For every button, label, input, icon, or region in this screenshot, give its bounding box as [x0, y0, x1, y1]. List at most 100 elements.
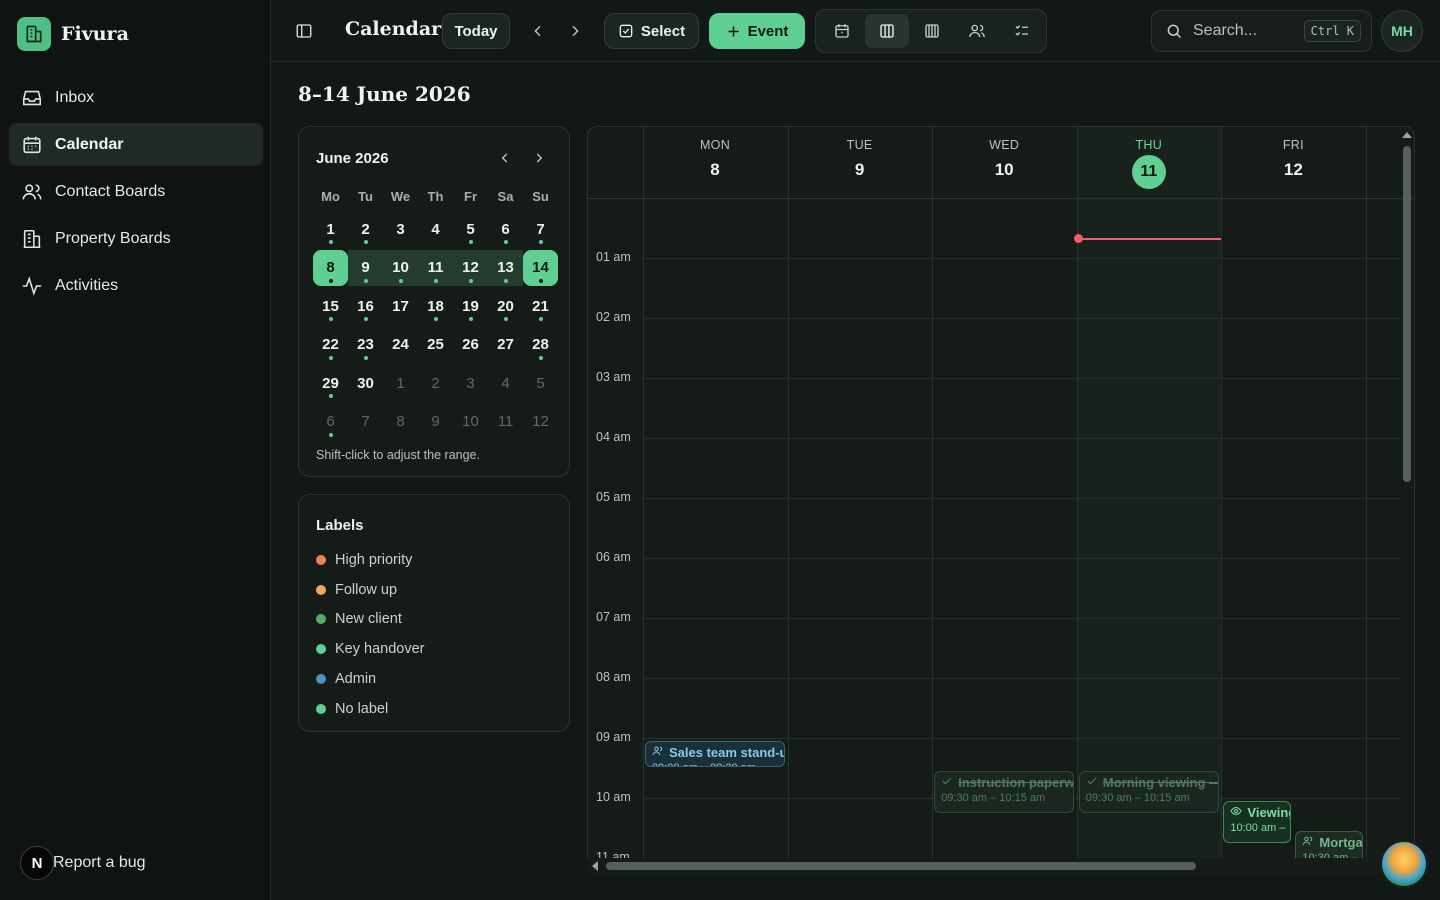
- assistant-avatar-button[interactable]: [1380, 840, 1428, 888]
- label-item[interactable]: High priority: [316, 545, 424, 575]
- event-indicator-dot: [328, 432, 333, 437]
- mini-calendar-day[interactable]: 26: [453, 327, 488, 363]
- mini-calendar-day[interactable]: 12: [523, 404, 558, 440]
- mini-calendar-day[interactable]: 2: [348, 211, 383, 247]
- calendar-event[interactable]: Viewing 10:00 am –: [1223, 801, 1292, 843]
- mini-calendar-day[interactable]: 7: [523, 211, 558, 247]
- mini-calendar-day[interactable]: 1: [313, 211, 348, 247]
- label-item[interactable]: No label: [316, 694, 424, 724]
- mini-calendar-day-number: 13: [497, 259, 514, 277]
- day-column-divider: [1221, 127, 1223, 873]
- mini-calendar-day[interactable]: 13: [488, 249, 523, 286]
- mini-calendar-day[interactable]: 11: [488, 404, 523, 440]
- mini-calendar-day[interactable]: 24: [383, 327, 418, 363]
- avatar[interactable]: MH: [1381, 10, 1423, 52]
- mini-calendar-week: 29 30 1 2 3 4 5: [313, 364, 558, 403]
- label-name: No label: [335, 700, 389, 717]
- next-week-button[interactable]: [558, 14, 592, 48]
- mini-calendar-day[interactable]: 7: [348, 404, 383, 440]
- calendar-event[interactable]: Morning viewing — 09:30 am – 10:15 am: [1078, 771, 1219, 813]
- calendar-event[interactable]: Sales team stand-u 09:00 am – 09:30 am: [645, 741, 785, 767]
- scroll-up-arrow-icon[interactable]: [1402, 131, 1412, 139]
- today-button[interactable]: Today: [442, 13, 510, 49]
- mini-calendar-day[interactable]: 2: [418, 365, 453, 401]
- mini-prev-month-button[interactable]: [494, 147, 516, 169]
- view-month-button[interactable]: [910, 14, 954, 48]
- mini-calendar-day[interactable]: 3: [383, 211, 418, 247]
- brand[interactable]: Fivura: [17, 17, 129, 51]
- horizontal-scroll-thumb[interactable]: [606, 862, 1196, 870]
- mini-calendar-day[interactable]: 30: [348, 365, 383, 401]
- mini-calendar-day[interactable]: 5: [453, 211, 488, 247]
- label-color-dot: [316, 614, 326, 625]
- mini-calendar-day[interactable]: 9: [418, 404, 453, 440]
- day-header[interactable]: TUE 9: [788, 138, 932, 180]
- view-switcher: [815, 9, 1047, 53]
- mini-calendar-day[interactable]: 27: [488, 327, 523, 363]
- day-header[interactable]: MON 8: [643, 138, 787, 180]
- mini-calendar-day[interactable]: 3: [453, 365, 488, 401]
- toggle-sidebar-button[interactable]: [287, 14, 321, 48]
- sidebar-item-contact-boards[interactable]: Contact Boards: [9, 170, 263, 213]
- event-time: 10:00 am –: [1230, 822, 1286, 834]
- mini-calendar-day-number: 4: [501, 374, 510, 392]
- day-header[interactable]: THU 11: [1077, 138, 1221, 189]
- mini-calendar-day[interactable]: 18: [418, 288, 453, 324]
- mini-calendar-day[interactable]: 5: [523, 365, 558, 401]
- label-item[interactable]: Key handover: [316, 634, 424, 664]
- mini-calendar-day[interactable]: 14: [523, 249, 558, 286]
- mini-calendar-day[interactable]: 20: [488, 288, 523, 324]
- event-indicator-dot: [468, 278, 473, 283]
- view-week-button[interactable]: [865, 14, 909, 48]
- scroll-left-arrow-icon[interactable]: [591, 861, 599, 871]
- mini-calendar-day[interactable]: 11: [418, 249, 453, 286]
- mini-calendar-day[interactable]: 17: [383, 288, 418, 324]
- mini-calendar-day-number: 8: [326, 259, 335, 277]
- view-day-button[interactable]: [820, 14, 864, 48]
- mini-calendar-day[interactable]: 21: [523, 288, 558, 324]
- report-bug-button[interactable]: N Report a bug: [20, 846, 146, 880]
- label-item[interactable]: New client: [316, 605, 424, 635]
- mini-calendar-day[interactable]: 23: [348, 327, 383, 363]
- day-header[interactable]: WED 10: [932, 138, 1076, 180]
- mini-calendar-day[interactable]: 28: [523, 327, 558, 363]
- mini-calendar-day[interactable]: 22: [313, 327, 348, 363]
- mini-calendar-day-number: 1: [326, 220, 335, 238]
- prev-week-button[interactable]: [521, 14, 555, 48]
- select-button[interactable]: Select: [604, 13, 699, 49]
- mini-calendar-day[interactable]: 4: [418, 211, 453, 247]
- mini-calendar-day[interactable]: 6: [313, 404, 348, 440]
- mini-next-month-button[interactable]: [528, 147, 550, 169]
- mini-calendar-day[interactable]: 16: [348, 288, 383, 324]
- label-item[interactable]: Follow up: [316, 575, 424, 605]
- label-item[interactable]: Admin: [316, 664, 424, 694]
- sidebar-item-activities[interactable]: Activities: [9, 264, 263, 307]
- mini-calendar-day[interactable]: 9: [348, 249, 383, 286]
- mini-calendar-day[interactable]: 19: [453, 288, 488, 324]
- day-header[interactable]: FRI 12: [1221, 138, 1365, 180]
- new-event-button[interactable]: Event: [709, 13, 805, 49]
- mini-calendar-day-number: 11: [427, 259, 444, 277]
- sidebar-item-label: Activities: [55, 276, 119, 294]
- search-input[interactable]: Search... Ctrl K: [1151, 10, 1372, 52]
- mini-calendar-day[interactable]: 29: [313, 365, 348, 401]
- view-list-button[interactable]: [1000, 14, 1044, 48]
- mini-calendar-day[interactable]: 8: [313, 249, 348, 286]
- calendar-event[interactable]: Instruction paperw 09:30 am – 10:15 am: [934, 771, 1075, 813]
- view-team-button[interactable]: [955, 14, 999, 48]
- mini-calendar-day[interactable]: 10: [383, 249, 418, 286]
- mini-calendar-day[interactable]: 6: [488, 211, 523, 247]
- event-indicator-dot: [363, 240, 368, 245]
- mini-calendar-day[interactable]: 10: [453, 404, 488, 440]
- mini-calendar-day[interactable]: 15: [313, 288, 348, 324]
- sidebar-item-inbox[interactable]: Inbox: [9, 76, 263, 119]
- mini-calendar-day[interactable]: 12: [453, 249, 488, 286]
- mini-calendar-day[interactable]: 4: [488, 365, 523, 401]
- sidebar-item-calendar[interactable]: Calendar: [9, 123, 263, 166]
- vertical-scroll-thumb[interactable]: [1403, 146, 1411, 482]
- mini-calendar-day[interactable]: 25: [418, 327, 453, 363]
- mini-calendar-day[interactable]: 1: [383, 365, 418, 401]
- label-color-dot: [316, 703, 326, 714]
- mini-calendar-day[interactable]: 8: [383, 404, 418, 440]
- sidebar-item-property-boards[interactable]: Property Boards: [9, 217, 263, 260]
